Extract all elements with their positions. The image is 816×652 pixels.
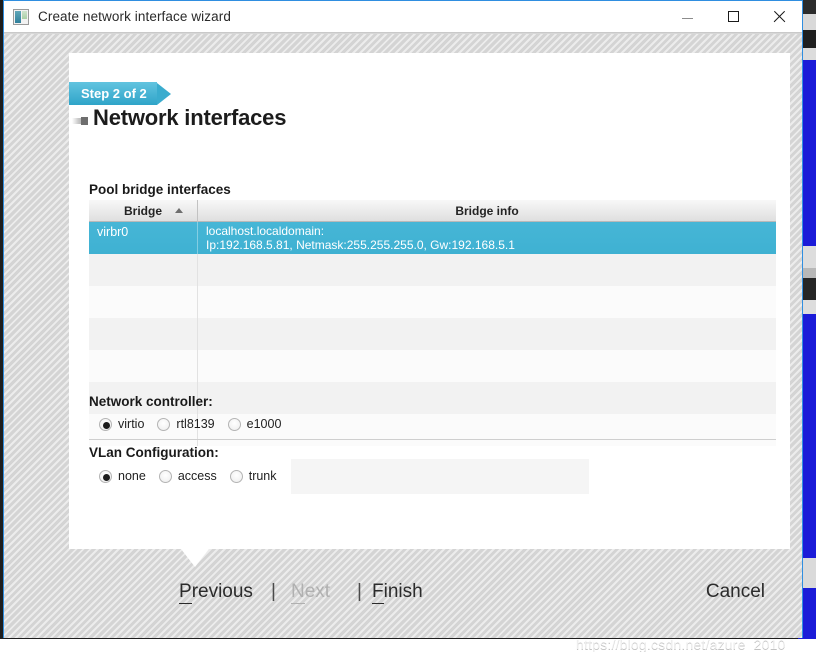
cell-bridge-info [198,318,776,350]
cell-bridge-info-line1: localhost.localdomain: [206,224,325,238]
wizard-footer: Previous | Next | Finish Cancel [4,569,802,638]
app-window-icon [13,8,29,25]
cell-bridge [89,318,198,350]
cell-bridge-info-line2: Ip:192.168.5.81, Netmask:255.255.255.0, … [206,237,515,252]
cell-bridge-info [198,254,776,286]
previous-button[interactable]: Previous [179,581,253,604]
window-title: Create network interface wizard [38,9,231,24]
close-icon [773,11,785,23]
cell-bridge-info [198,382,776,414]
finish-rest: inish [383,581,423,602]
radio-vlan-trunk[interactable]: trunk [229,469,277,483]
wizard-content-card: Step 2 of 2 Network interfaces Pool brid… [69,53,790,549]
radio-indicator-icon[interactable] [227,417,241,431]
radio-label: e1000 [246,417,282,431]
next-mnemonic: N [291,581,305,604]
page-title: Network interfaces [93,105,287,130]
radio-label: none [118,469,146,483]
column-header-bridge-info[interactable]: Bridge info [198,200,776,222]
cell-bridge-info [198,286,776,318]
vlan-configuration-label: VLan Configuration: [89,445,219,460]
radio-label: trunk [248,469,277,483]
maximize-icon [727,11,739,22]
radio-indicator-icon[interactable] [99,417,112,431]
radio-indicator-icon[interactable] [99,469,112,483]
title-bar[interactable]: Create network interface wizard [4,1,802,32]
footer-separator: | [271,581,276,602]
radio-indicator-icon[interactable] [157,417,171,431]
minimize-button[interactable] [664,1,710,32]
table-row[interactable] [89,254,776,286]
network-controller-label: Network controller: [89,394,213,409]
wizard-window: Create network interface wizard Step 2 o… [3,0,803,652]
radio-indicator-icon[interactable] [158,469,172,483]
radio-network-controller-virtio[interactable]: virtio [99,417,144,431]
cell-bridge [89,254,198,286]
table-bottom-divider [89,439,776,440]
wizard-body: Step 2 of 2 Network interfaces Pool brid… [4,32,802,652]
step-indicator-label: Step 2 of 2 [69,82,157,105]
column-header-bridge-info-label: Bridge info [455,204,519,218]
cell-bridge: virbr0 [89,222,198,254]
finish-button[interactable]: Finish [372,581,423,604]
table-row[interactable] [89,318,776,350]
previous-mnemonic: P [179,581,192,604]
radio-vlan-access[interactable]: access [158,469,217,483]
cell-bridge-info: localhost.localdomain: Ip:192.168.5.81, … [198,222,776,254]
vlan-value-input[interactable] [291,459,589,494]
vlan-configuration-radio-group[interactable]: none access trunk [99,469,290,483]
next-button: Next [291,581,331,604]
radio-label: virtio [118,417,145,431]
pool-bridge-interfaces-label: Pool bridge interfaces [89,182,231,197]
radio-network-controller-rtl8139[interactable]: rtl8139 [157,417,215,431]
cell-bridge-info [198,350,776,382]
cancel-button[interactable]: Cancel [706,581,765,603]
step-banner: Step 2 of 2 [69,82,171,105]
table-header-row: Bridge Bridge info [89,200,776,222]
close-button[interactable] [756,1,802,32]
radio-label: access [177,469,217,483]
column-header-bridge[interactable]: Bridge [89,200,198,222]
radio-vlan-none[interactable]: none [99,469,146,483]
page-heading-row: Network interfaces [72,105,286,131]
minimize-icon [681,18,693,19]
cell-bridge [89,350,198,382]
network-controller-radio-group[interactable]: virtio rtl8139 e1000 [99,417,294,431]
next-rest: ext [304,581,331,602]
radio-network-controller-e1000[interactable]: e1000 [227,417,282,431]
heading-marker-icon [72,117,88,125]
table-row[interactable] [89,286,776,318]
table-row[interactable]: virbr0 localhost.localdomain: Ip:192.168… [89,222,776,254]
finish-mnemonic: F [372,581,384,604]
maximize-button[interactable] [710,1,756,32]
previous-rest: revious [191,581,253,602]
column-header-bridge-label: Bridge [123,204,162,218]
step-arrow-icon [156,82,171,105]
radio-label: rtl8139 [176,417,215,431]
sort-ascending-icon [175,208,183,213]
radio-indicator-icon[interactable] [229,469,243,483]
table-row[interactable] [89,350,776,382]
card-pointer-notch [181,549,209,567]
cell-bridge [89,286,198,318]
watermark-text: https://blog.csdn.net/azure_2010 [576,636,786,652]
footer-separator: | [357,581,362,602]
